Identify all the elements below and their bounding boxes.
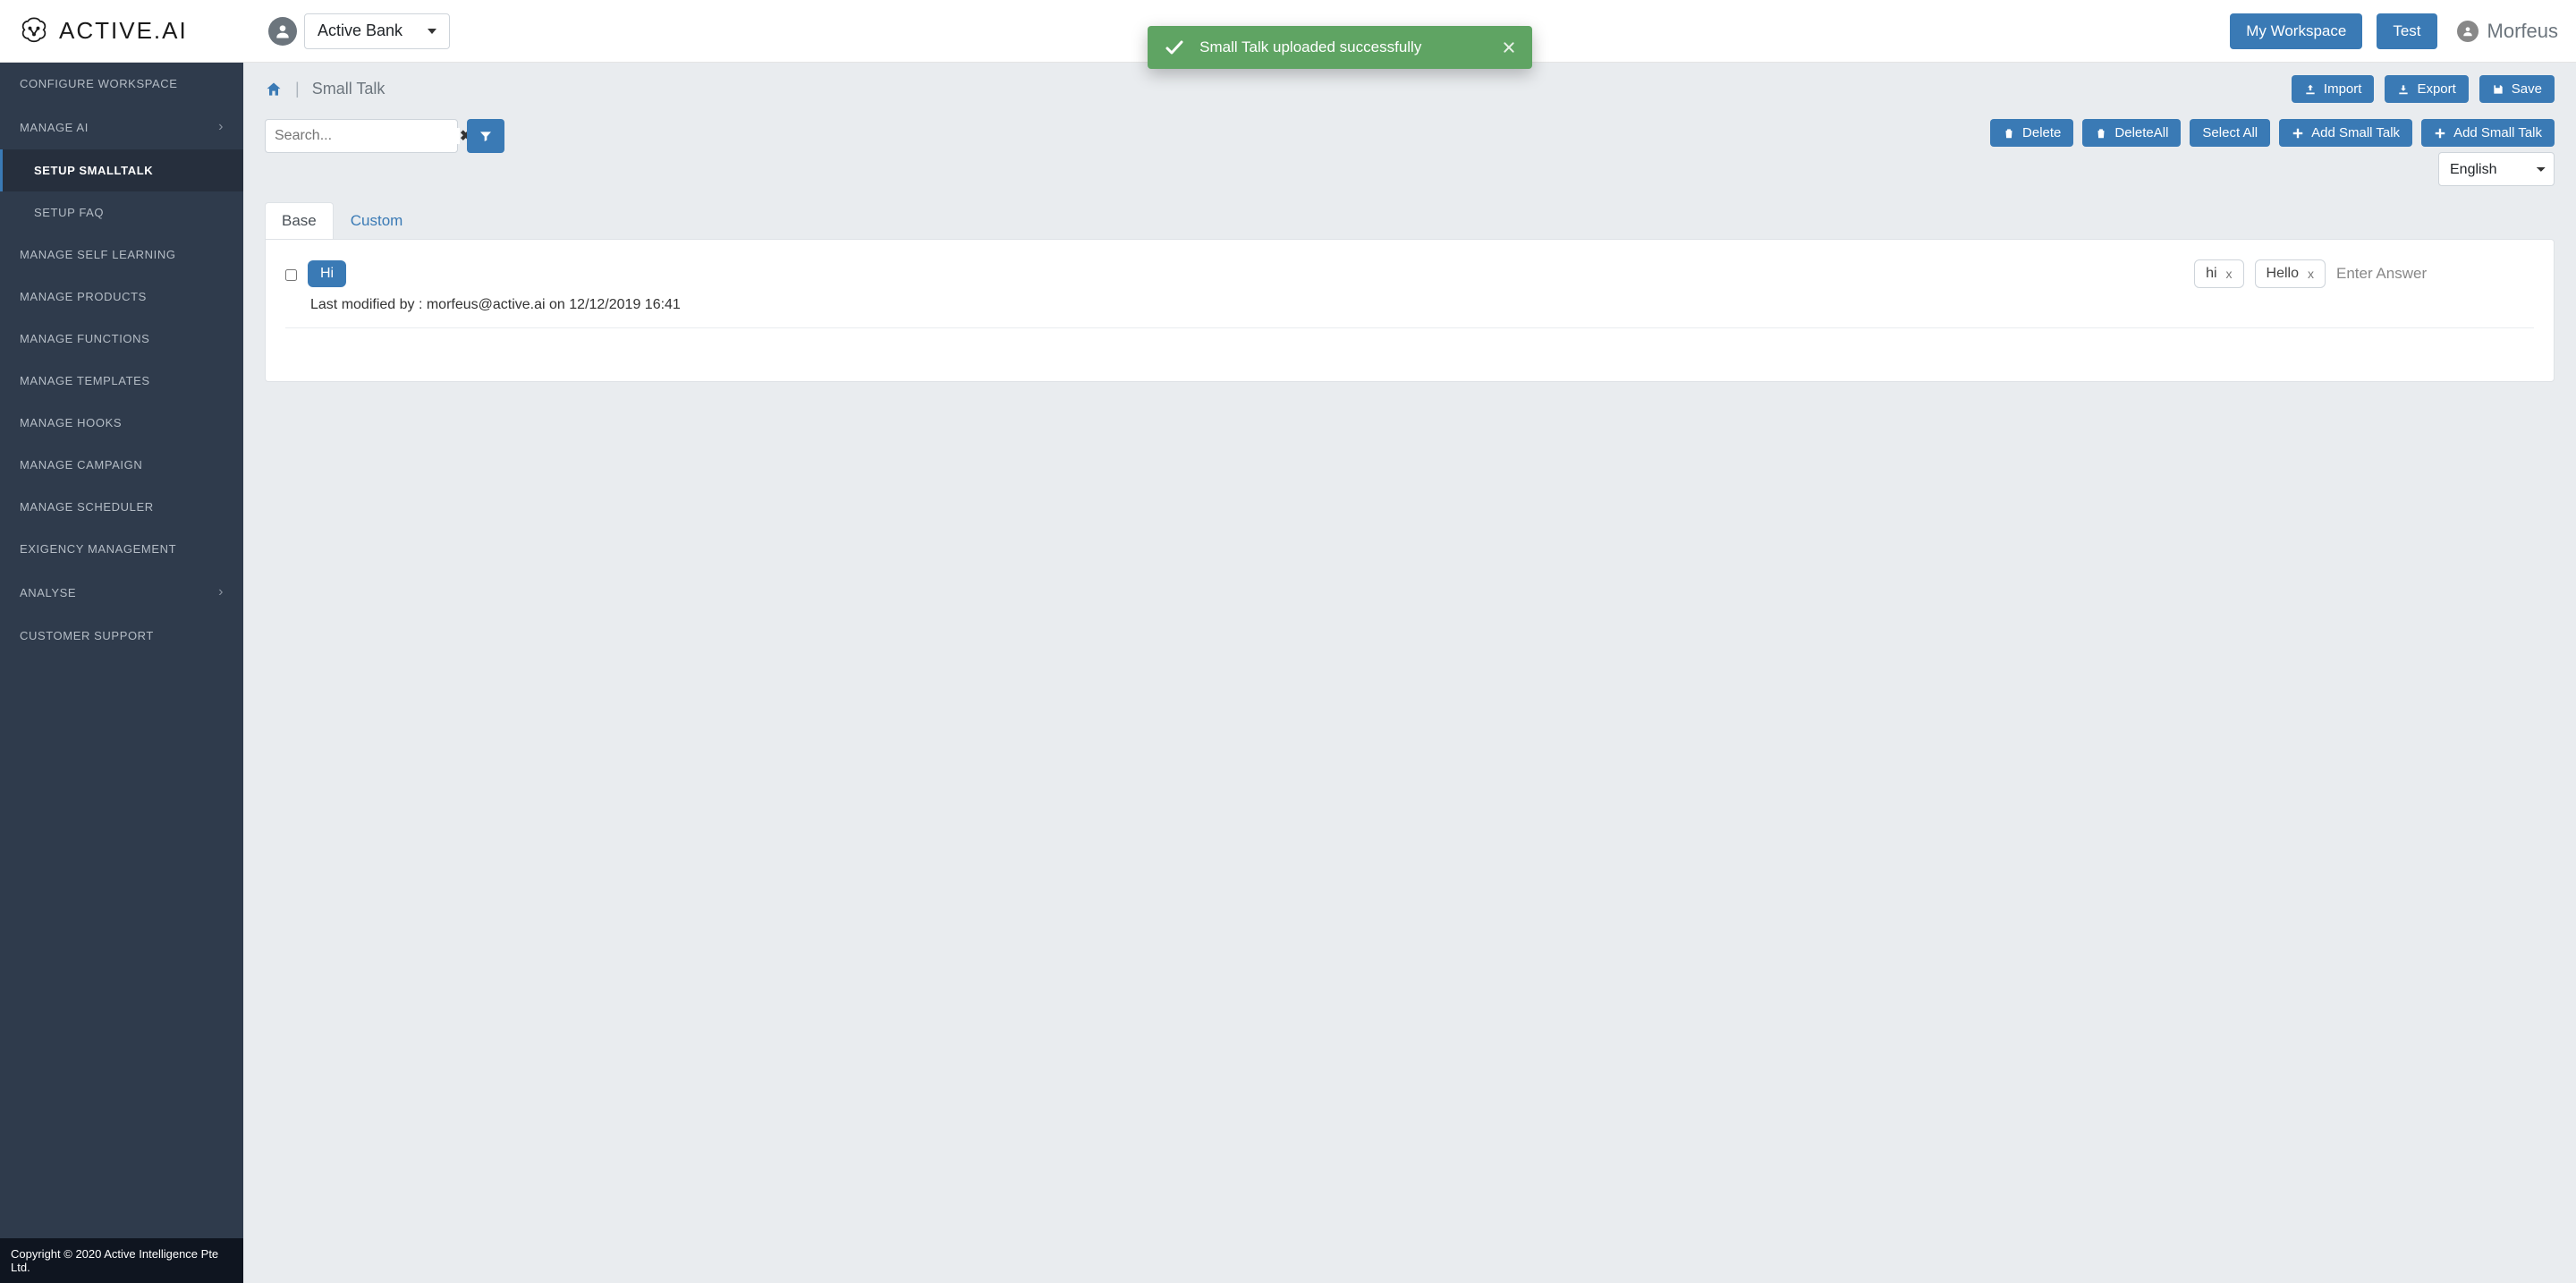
import-button[interactable]: Import [2292,75,2375,103]
user-menu[interactable]: Morfeus [2457,20,2558,43]
chip-label: hi [2206,266,2216,282]
sidebar-item-manage-templates[interactable]: MANAGE TEMPLATES [0,360,243,402]
sidebar-item-label: SETUP SMALLTALK [34,164,153,177]
chevron-right-icon: › [218,584,224,600]
save-icon [2492,83,2504,96]
trash-icon [2095,127,2107,140]
toast-message: Small Talk uploaded successfully [1199,38,1487,56]
search-input[interactable] [275,128,460,144]
breadcrumb-current: Small Talk [312,80,386,98]
button-label: Save [2512,81,2542,97]
sidebar-item-customer-support[interactable]: CUSTOMER SUPPORT [0,615,243,657]
main-content: | Small Talk Import Export Save [243,63,2576,1283]
brand-name: ACTIVE.AI [59,17,188,45]
sidebar-item-manage-products[interactable]: MANAGE PRODUCTS [0,276,243,318]
page-action-buttons: Import Export Save [2292,75,2555,103]
sidebar-item-label: MANAGE SCHEDULER [20,500,154,514]
sidebar-item-label: CONFIGURE WORKSPACE [20,77,178,90]
sidebar-item-setup-smalltalk[interactable]: SETUP SMALLTALK [0,149,243,191]
filter-button[interactable] [467,119,504,153]
button-label: Add Small Talk [2311,125,2400,140]
workspace-switcher: Active Bank [268,13,450,49]
sidebar-item-label: MANAGE SELF LEARNING [20,248,176,261]
chevron-right-icon: › [218,119,224,135]
plus-icon [2292,127,2304,140]
brand-logo[interactable]: ACTIVE.AI [18,15,250,47]
delete-all-button[interactable]: DeleteAll [2082,119,2181,147]
tab-custom[interactable]: Custom [334,202,420,239]
chip-label: Hello [2267,266,2299,282]
user-avatar-icon [2457,21,2479,42]
search-box: ✖ [265,119,458,153]
sidebar-item-manage-campaign[interactable]: MANAGE CAMPAIGN [0,444,243,486]
button-label: DeleteAll [2114,125,2168,140]
topbar: ACTIVE.AI Active Bank Small Talk uploade… [0,0,2576,63]
delete-button[interactable]: Delete [1990,119,2073,147]
tab-base[interactable]: Base [265,202,334,239]
sidebar-item-manage-functions[interactable]: MANAGE FUNCTIONS [0,318,243,360]
test-button[interactable]: Test [2377,13,2436,49]
download-icon [2397,83,2410,96]
sidebar-item-exigency-management[interactable]: EXIGENCY MANAGEMENT [0,528,243,570]
success-toast: Small Talk uploaded successfully [1148,26,1532,69]
sidebar-item-label: EXIGENCY MANAGEMENT [20,542,176,556]
chip-remove-icon[interactable]: x [2226,267,2233,281]
add-small-talk-button-2[interactable]: Add Small Talk [2421,119,2555,147]
trash-icon [2003,127,2015,140]
plus-icon [2434,127,2446,140]
sidebar-item-label: ANALYSE [20,586,76,599]
sidebar-footer: Copyright © 2020 Active Intelligence Pte… [0,1238,243,1283]
user-name-label: Morfeus [2487,20,2558,43]
check-icon [1164,37,1185,58]
workspace-avatar-icon [268,17,297,46]
brain-icon [18,15,50,47]
entry-last-modified: Last modified by : morfeus@active.ai on … [310,297,2534,313]
answer-input[interactable] [2336,265,2534,283]
smalltalk-entry: Hi hi x Hello x Last modified by : morfe… [285,259,2534,328]
sidebar-item-manage-hooks[interactable]: MANAGE HOOKS [0,402,243,444]
sidebar-item-manage-scheduler[interactable]: MANAGE SCHEDULER [0,486,243,528]
sidebar-item-label: MANAGE TEMPLATES [20,374,150,387]
sidebar-item-analyse[interactable]: ANALYSE › [0,570,243,615]
sidebar-item-label: CUSTOMER SUPPORT [20,629,154,642]
breadcrumb-home[interactable] [265,81,283,98]
toast-close-button[interactable] [1502,40,1516,55]
utterance-chip[interactable]: hi x [2194,259,2243,288]
button-label: Export [2417,81,2455,97]
workspace-select-label: Active Bank [318,21,402,40]
sidebar-item-manage-self-learning[interactable]: MANAGE SELF LEARNING [0,234,243,276]
upload-icon [2304,83,2317,96]
breadcrumb-separator: | [295,80,300,98]
caret-down-icon [428,29,436,34]
filter-icon [479,129,493,143]
sidebar-item-label: MANAGE PRODUCTS [20,290,147,303]
export-button[interactable]: Export [2385,75,2468,103]
my-workspace-button[interactable]: My Workspace [2230,13,2362,49]
entry-checkbox[interactable] [285,269,297,281]
language-select[interactable]: English [2438,152,2555,186]
select-all-button[interactable]: Select All [2190,119,2270,147]
workspace-select[interactable]: Active Bank [304,13,450,49]
sidebar-item-label: SETUP FAQ [34,206,104,219]
button-label: Delete [2022,125,2061,140]
chip-remove-icon[interactable]: x [2308,267,2314,281]
button-label: Import [2324,81,2362,97]
save-button[interactable]: Save [2479,75,2555,103]
sidebar-item-label: MANAGE FUNCTIONS [20,332,149,345]
button-label: Add Small Talk [2453,125,2542,140]
sidebar-item-label: MANAGE AI [20,121,89,134]
breadcrumb: | Small Talk [265,80,385,98]
content-tabs: Base Custom [265,202,2555,239]
utterance-chip[interactable]: Hello x [2255,259,2326,288]
sidebar-item-manage-ai[interactable]: MANAGE AI › [0,105,243,149]
add-small-talk-button-1[interactable]: Add Small Talk [2279,119,2412,147]
entry-primary-tag[interactable]: Hi [308,260,346,287]
smalltalk-panel: Hi hi x Hello x Last modified by : morfe… [265,239,2555,382]
sidebar-item-label: MANAGE HOOKS [20,416,122,429]
sidebar-item-label: MANAGE CAMPAIGN [20,458,142,472]
topbar-right: My Workspace Test Morfeus [2230,13,2558,49]
sidebar-item-setup-faq[interactable]: SETUP FAQ [0,191,243,234]
sidebar-item-configure-workspace[interactable]: CONFIGURE WORKSPACE [0,63,243,105]
sidebar: CONFIGURE WORKSPACE MANAGE AI › SETUP SM… [0,63,243,1283]
